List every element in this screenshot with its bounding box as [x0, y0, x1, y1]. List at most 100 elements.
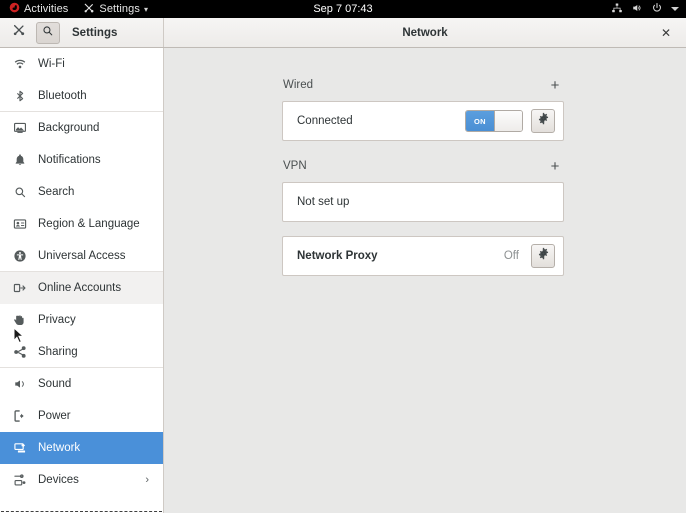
sidebar-item-notifications[interactable]: Notifications: [0, 144, 163, 176]
bluetooth-icon: [12, 88, 28, 104]
network-panel-inner: Wired + Connected ON VPN + Not set up Ne…: [282, 76, 564, 276]
devices-icon: [12, 472, 28, 488]
activities-button[interactable]: Activities: [6, 0, 71, 18]
sidebar-item-label: Devices: [38, 474, 79, 486]
wired-connection-row[interactable]: Connected ON: [283, 102, 563, 140]
volume-icon: [631, 2, 643, 17]
window-headerbar: Settings Network ✕: [0, 18, 686, 48]
sidebar-item-bluetooth[interactable]: Bluetooth: [0, 80, 163, 112]
chevron-right-icon: ›: [145, 474, 149, 486]
network-proxy-state: Off: [503, 250, 519, 262]
search-button[interactable]: [36, 21, 60, 44]
close-icon[interactable]: ✕: [658, 25, 674, 41]
bell-icon: [12, 152, 28, 168]
settings-tools-icon: [83, 2, 95, 17]
top-bar-left: Activities Settings ▾: [6, 0, 151, 18]
search-icon: [12, 184, 28, 200]
clock-label: Sep 7 07:43: [313, 3, 373, 15]
sound-icon: [12, 376, 28, 392]
settings-window: Settings Network ✕ Wi-Fi Bluetooth Backg…: [0, 18, 686, 513]
sidebar-item-label: Universal Access: [38, 249, 126, 262]
network-proxy-settings-button[interactable]: [531, 244, 555, 268]
wired-status-label: Connected: [297, 115, 353, 127]
network-icon: [12, 440, 28, 456]
power-plug-icon: [12, 408, 28, 424]
sidebar-item-sharing[interactable]: Sharing: [0, 336, 163, 368]
region-language-icon: [12, 216, 28, 232]
headerbar-main-section: Network ✕: [164, 18, 686, 47]
sidebar-item-label: Online Accounts: [38, 282, 122, 294]
settings-tools-icon: [12, 23, 26, 42]
sidebar-item-background[interactable]: Background: [0, 112, 163, 144]
switch-knob: [493, 111, 522, 131]
window-body: Wi-Fi Bluetooth Background Notifications…: [0, 48, 686, 513]
sidebar-item-label: Background: [38, 122, 100, 134]
sidebar-item-label: Notifications: [38, 154, 101, 166]
gnome-top-bar: Activities Settings ▾ Sep 7 07:43: [0, 0, 686, 18]
sidebar-item-label: Privacy: [38, 314, 76, 326]
network-proxy-card: Network Proxy Off: [282, 236, 564, 276]
gear-icon: [537, 247, 550, 265]
sidebar-item-label: Wi-Fi: [38, 58, 65, 70]
add-vpn-button[interactable]: +: [548, 159, 562, 174]
sidebar-item-universal-access[interactable]: Universal Access: [0, 240, 163, 272]
wired-toggle-switch[interactable]: ON: [465, 110, 523, 132]
section-wired: Wired + Connected ON: [282, 76, 564, 141]
universal-access-icon: [12, 248, 28, 264]
wired-card: Connected ON: [282, 101, 564, 141]
sidebar-item-label: Search: [38, 186, 75, 198]
network-wired-icon: [611, 2, 623, 17]
section-vpn: VPN + Not set up: [282, 157, 564, 222]
network-panel: Wired + Connected ON VPN + Not set up Ne…: [164, 48, 686, 513]
chevron-down-icon: ▾: [143, 4, 148, 14]
sharing-icon: [12, 344, 28, 360]
app-icon-button[interactable]: [8, 22, 30, 44]
sidebar-title: Settings: [72, 26, 118, 39]
power-icon: [651, 2, 663, 17]
sidebar-item-label: Network: [38, 442, 81, 454]
sidebar-item-sound[interactable]: Sound: [0, 368, 163, 400]
switch-on-label: ON: [466, 111, 494, 131]
sidebar-item-label: Region & Language: [38, 218, 140, 230]
top-bar-status-area[interactable]: [611, 0, 679, 18]
activities-label: Activities: [24, 3, 69, 15]
headerbar-sidebar-section: Settings: [0, 18, 164, 47]
network-proxy-label: Network Proxy: [297, 250, 378, 262]
privacy-hand-icon: [12, 312, 28, 328]
sidebar-item-label: Sound: [38, 378, 72, 390]
section-header: VPN +: [282, 157, 564, 175]
sidebar-item-privacy[interactable]: Privacy: [0, 304, 163, 336]
sidebar-item-search[interactable]: Search: [0, 176, 163, 208]
search-icon: [42, 24, 54, 42]
sidebar-item-devices[interactable]: Devices ›: [0, 464, 163, 496]
sidebar-item-power[interactable]: Power: [0, 400, 163, 432]
vpn-status-row[interactable]: Not set up: [283, 183, 563, 221]
gear-icon: [537, 112, 550, 130]
sidebar-item-label: Power: [38, 410, 71, 422]
vpn-status-label: Not set up: [297, 196, 350, 208]
section-title: VPN: [283, 160, 307, 172]
background-icon: [12, 120, 28, 136]
wired-settings-button[interactable]: [531, 109, 555, 133]
sidebar-item-network[interactable]: Network: [0, 432, 163, 464]
network-proxy-row[interactable]: Network Proxy Off: [283, 237, 563, 275]
sidebar-item-label: Sharing: [38, 345, 78, 358]
status-menu-chevron-icon: [671, 7, 679, 11]
sidebar-item-region-language[interactable]: Region & Language: [0, 208, 163, 240]
sidebar-focus-indicator: [1, 511, 162, 512]
section-title: Wired: [283, 79, 314, 91]
sidebar-item-wifi[interactable]: Wi-Fi: [0, 48, 163, 80]
sidebar-item-online-accounts[interactable]: Online Accounts: [0, 272, 163, 304]
sidebar-item-label: Bluetooth: [38, 89, 87, 102]
app-menu-button[interactable]: Settings ▾: [80, 0, 151, 18]
online-accounts-icon: [12, 280, 28, 296]
page-title: Network: [402, 26, 448, 39]
settings-sidebar[interactable]: Wi-Fi Bluetooth Background Notifications…: [0, 48, 164, 513]
app-menu-label: Settings: [99, 3, 140, 15]
vpn-card: Not set up: [282, 182, 564, 222]
add-wired-button[interactable]: +: [548, 78, 562, 93]
wifi-icon: [12, 56, 28, 72]
fedora-logo-icon: [9, 2, 20, 16]
